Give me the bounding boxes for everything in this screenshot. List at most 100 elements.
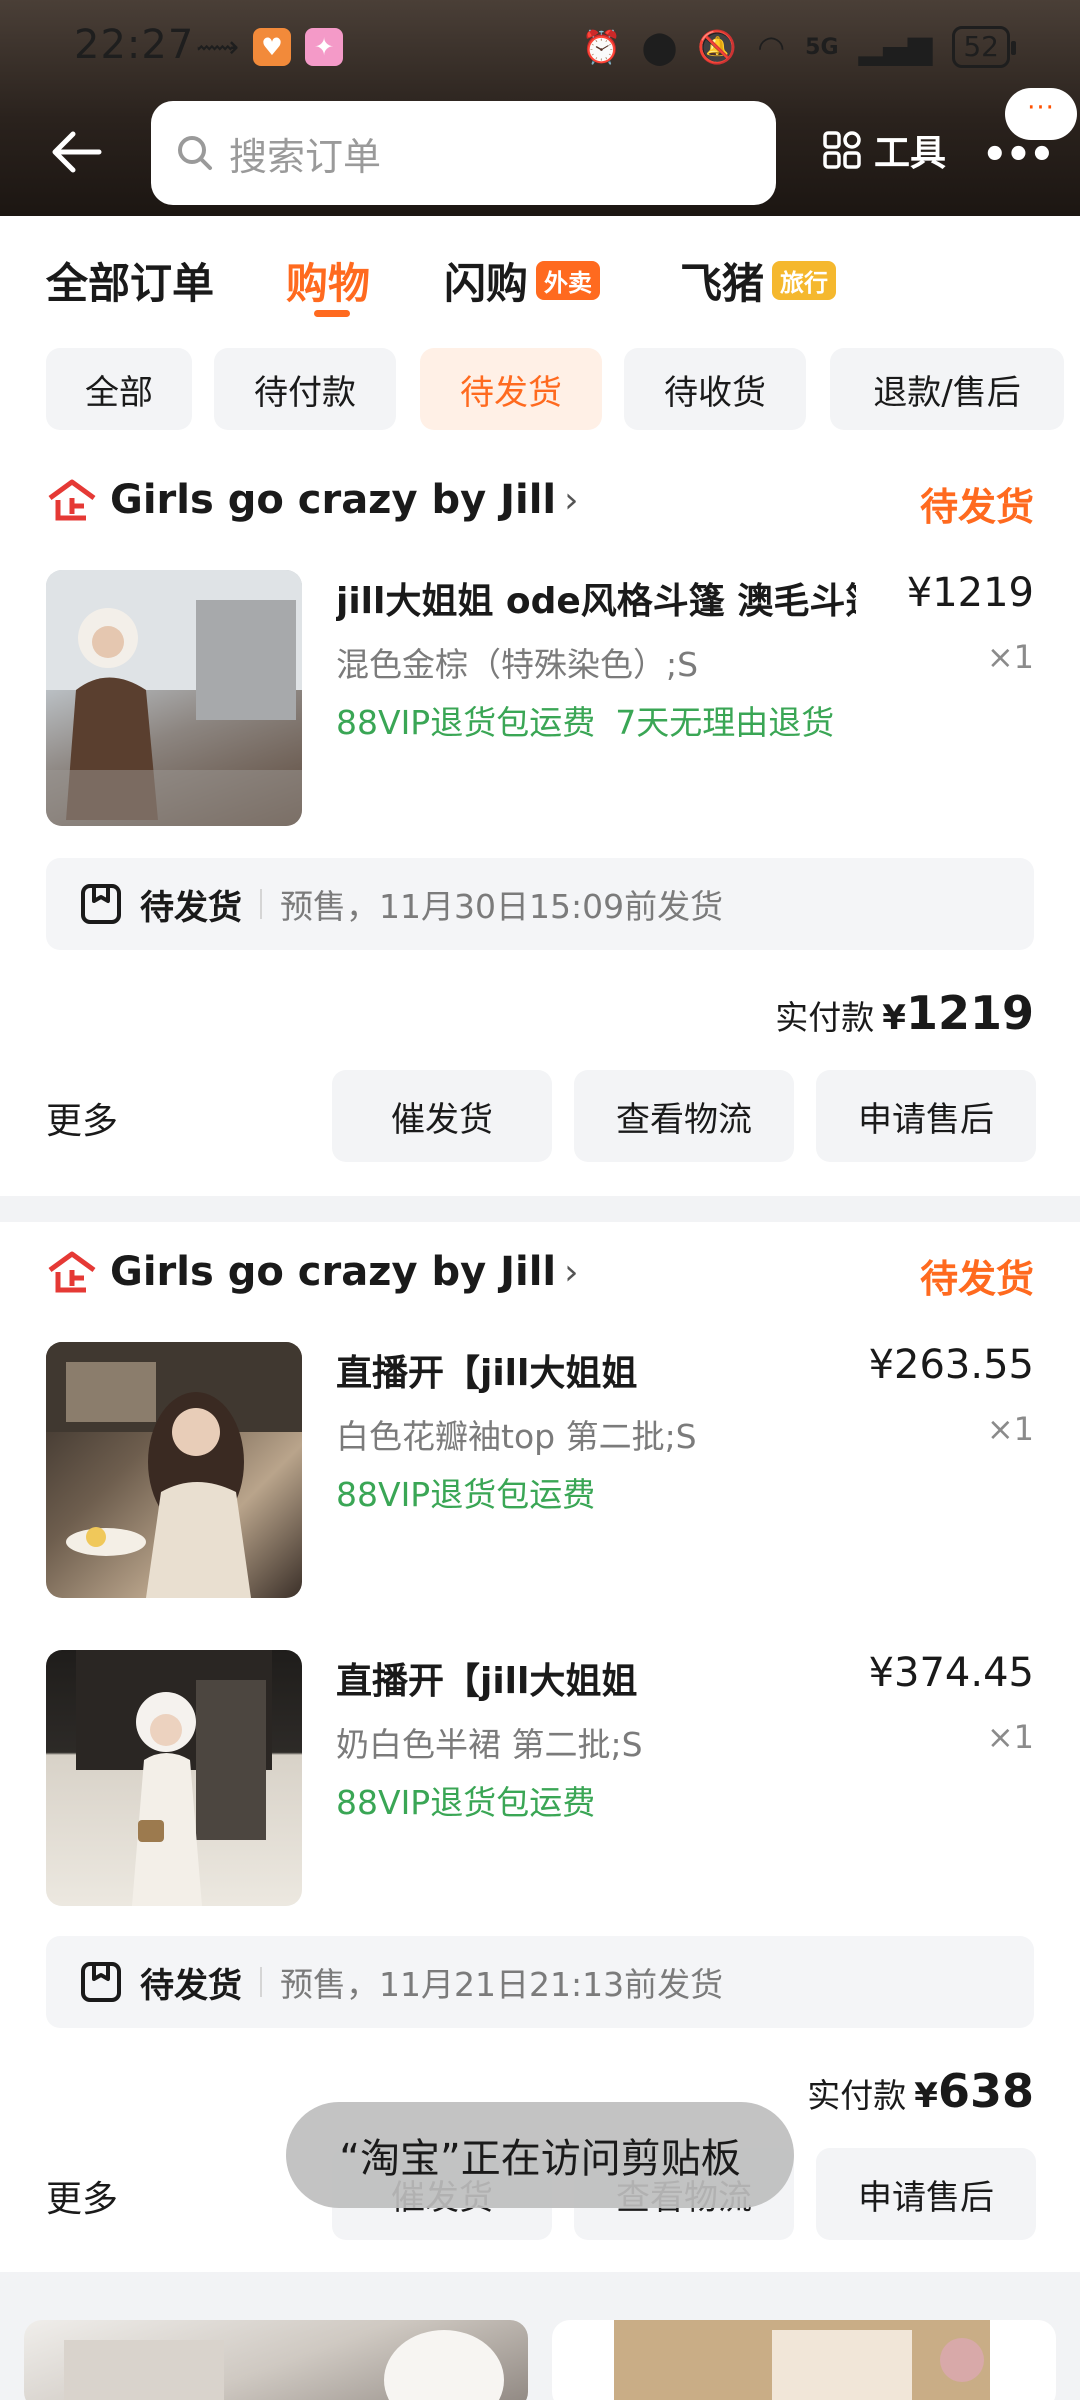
order-card[interactable]: Girls go crazy by Jill › 待发货 jill大姐姐 ode…: [0, 470, 1080, 1200]
status-filter-chips: 全部 待付款 待发货 待收货 退款/售后: [0, 348, 1080, 432]
active-tab-indicator: [314, 310, 350, 317]
filter-pending-shipment[interactable]: 待发货: [420, 348, 602, 430]
product-title: 直播开【jill大姐姐: [336, 1661, 638, 1702]
message-bubble[interactable]: ···: [1005, 88, 1077, 140]
shipping-info[interactable]: 待发货 预售，11月21日21:13前发货: [46, 1936, 1034, 2028]
order-category-tabs: 全部订单 购物 闪购 外卖 飞猪 旅行: [0, 216, 1080, 336]
service-tag: 88VIP退货包运费: [336, 1475, 596, 1514]
paid-label: 实付款: [775, 998, 875, 1037]
tab-label: 闪购: [444, 259, 529, 308]
grid-icon: [823, 131, 861, 169]
product-image[interactable]: [46, 1650, 302, 1906]
service-tag: 7天无理由退货: [615, 703, 835, 742]
search-placeholder: 搜索订单: [229, 134, 382, 179]
order-item[interactable]: jill大姐姐 ode风格斗篷 澳毛斗篷 ¥1219 混色金棕（特殊染色）;S …: [46, 570, 1034, 828]
tools-button[interactable]: 工具: [822, 124, 946, 176]
product-title: 直播开【jill大姐姐: [336, 1353, 638, 1394]
apply-aftersale-button[interactable]: 申请售后: [816, 1070, 1036, 1162]
filter-all[interactable]: 全部: [46, 348, 192, 430]
shop-header[interactable]: Girls go crazy by Jill ›: [46, 1242, 579, 1302]
app-notification-icon: ♥: [253, 28, 292, 66]
app-notification-icon-2: ✦: [305, 28, 344, 66]
order-item[interactable]: 直播开【jill大姐姐 ¥263.55 白色花瓣袖top 第二批;S ×1 88…: [46, 1342, 1034, 1600]
recommendation-card[interactable]: [24, 2320, 528, 2400]
separator: [260, 889, 262, 919]
tab-fliggy[interactable]: 飞猪 旅行: [680, 250, 837, 311]
chevron-right-icon: ›: [564, 1251, 579, 1293]
view-logistics-button[interactable]: 查看物流: [574, 1070, 794, 1162]
link-icon: ⟿: [196, 29, 240, 65]
paid-amount-row: 实付款 ¥ 638: [807, 2064, 1034, 2118]
product-image[interactable]: [46, 1342, 302, 1598]
order-item[interactable]: 直播开【jill大姐姐 ¥374.45 奶白色半裙 第二批;S ×1 88VIP…: [46, 1650, 1034, 1908]
shipping-detail: 预售，11月30日15:09前发货: [280, 887, 724, 926]
location-icon: ⬤: [641, 28, 678, 66]
product-quantity: ×1: [986, 1410, 1034, 1448]
currency-symbol: ¥: [882, 998, 906, 1038]
product-title: jill大姐姐 ode风格斗篷 澳毛斗篷: [336, 581, 856, 622]
tab-label: 飞猪: [680, 259, 765, 308]
product-photo: [46, 570, 302, 826]
shop-enterprise-icon: [48, 1251, 96, 1293]
product-quantity: ×1: [986, 1718, 1034, 1756]
clipboard-toast: “淘宝”正在访问剪贴板: [286, 2102, 794, 2208]
recommendation-card[interactable]: [552, 2320, 1056, 2400]
shipping-status: 待发货: [140, 887, 242, 928]
recommendation-image: [614, 2320, 990, 2400]
service-tags: 88VIP退货包运费: [336, 1776, 595, 1824]
search-input[interactable]: 搜索订单: [151, 101, 776, 205]
back-button[interactable]: [46, 122, 106, 182]
service-tags: 88VIP退货包运费: [336, 1468, 595, 1516]
shop-name: Girls go crazy by Jill: [110, 477, 557, 523]
signal-label: 5G: [805, 34, 839, 60]
product-price: ¥263.55: [868, 1342, 1034, 1388]
order-status: 待发货: [919, 1257, 1034, 1301]
status-bar: 22:27 ⟿ ♥ ✦ ⏰ ⬤ 🔕 ◠ 5G ▂▄▆ 52: [0, 0, 1080, 96]
service-tags: 88VIP退货包运费 7天无理由退货: [336, 696, 834, 744]
shop-enterprise-icon: [48, 479, 96, 521]
urge-shipment-button[interactable]: 催发货: [332, 1070, 552, 1162]
currency-symbol: ¥: [914, 2076, 938, 2116]
wifi-icon: ◠: [757, 28, 786, 66]
tab-flash-buy[interactable]: 闪购 外卖: [444, 250, 601, 311]
product-photo: [46, 1342, 302, 1598]
tools-label: 工具: [874, 133, 947, 174]
system-icons: ⏰ ⬤ 🔕 ◠ 5G ▂▄▆ 52: [582, 26, 1016, 68]
paid-amount-row: 实付款 ¥ 1219: [775, 986, 1034, 1040]
product-sku: 奶白色半裙 第二批;S: [336, 1725, 643, 1764]
service-tag: 88VIP退货包运费: [336, 703, 596, 742]
tab-all-orders[interactable]: 全部订单: [46, 250, 214, 311]
product-price: ¥374.45: [868, 1650, 1034, 1696]
paid-amount: 638: [937, 2064, 1034, 2118]
product-image[interactable]: [46, 570, 302, 826]
paid-amount: 1219: [905, 986, 1034, 1040]
product-sku: 白色花瓣袖top 第二批;S: [336, 1417, 697, 1456]
tab-shopping[interactable]: 购物: [286, 250, 370, 311]
apply-aftersale-button[interactable]: 申请售后: [816, 2148, 1036, 2240]
mute-icon: 🔕: [697, 28, 738, 66]
notification-icons: ⟿ ♥ ✦: [196, 28, 344, 66]
tab-badge: 外卖: [536, 261, 601, 300]
tab-label: 购物: [286, 259, 371, 308]
back-arrow-icon: [52, 131, 102, 173]
filter-pending-receipt[interactable]: 待收货: [624, 348, 806, 430]
product-quantity: ×1: [986, 638, 1034, 676]
order-status: 待发货: [919, 485, 1034, 529]
more-actions-button[interactable]: 更多: [46, 1092, 118, 1144]
status-time: 22:27: [74, 22, 195, 68]
shop-header[interactable]: Girls go crazy by Jill ›: [46, 470, 579, 530]
paid-label: 实付款: [807, 2076, 907, 2115]
separator: [260, 1967, 262, 1997]
product-photo: [76, 1650, 272, 1906]
filter-pending-payment[interactable]: 待付款: [214, 348, 396, 430]
filter-refund-aftersale[interactable]: 退款/售后: [830, 348, 1064, 430]
chevron-right-icon: ›: [564, 479, 579, 521]
tab-badge: 旅行: [772, 261, 837, 300]
battery-indicator: 52: [952, 26, 1016, 68]
more-actions-button[interactable]: 更多: [46, 2170, 118, 2222]
shipping-info[interactable]: 待发货 预售，11月30日15:09前发货: [46, 858, 1034, 950]
product-sku: 混色金棕（特殊染色）;S: [336, 645, 699, 684]
package-icon: [81, 884, 121, 924]
recommendation-image: [64, 2330, 504, 2400]
shop-name: Girls go crazy by Jill: [110, 1249, 557, 1295]
